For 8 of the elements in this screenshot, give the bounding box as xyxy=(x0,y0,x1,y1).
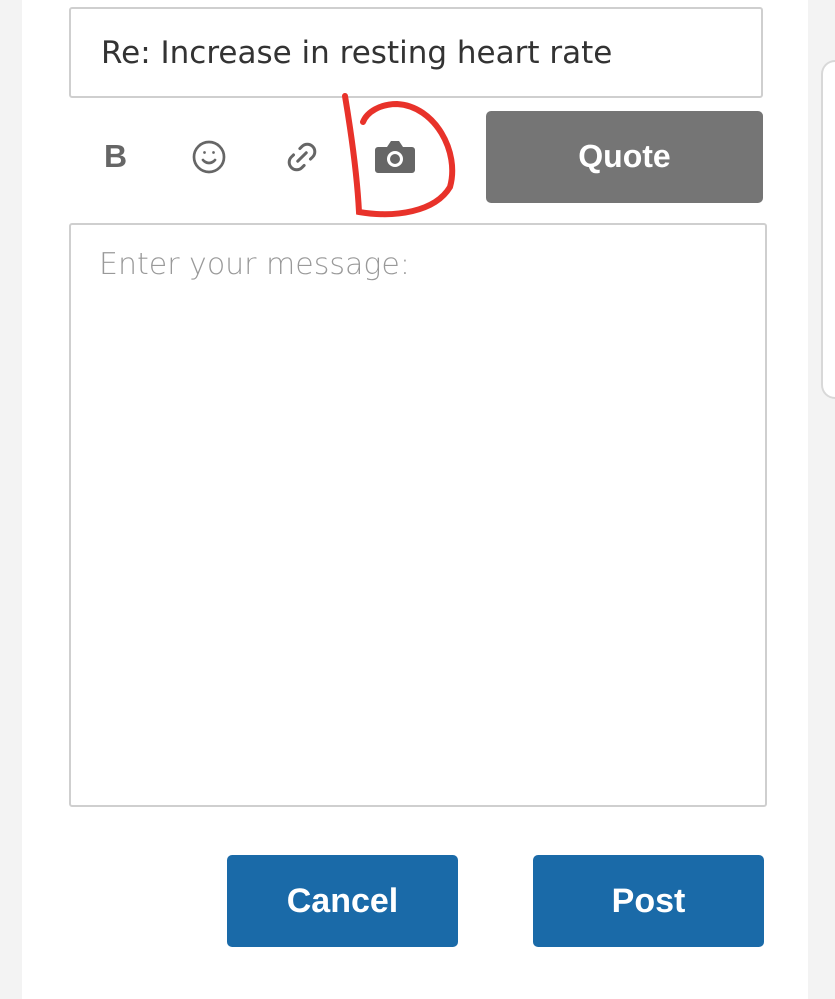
post-button[interactable]: Post xyxy=(533,855,764,947)
message-field[interactable]: Enter your message: xyxy=(69,223,767,807)
subject-field[interactable]: Re: Increase in resting heart rate xyxy=(69,7,763,98)
quote-button[interactable]: Quote xyxy=(486,110,763,202)
bold-button[interactable]: B xyxy=(69,126,162,186)
cancel-button[interactable]: Cancel xyxy=(227,855,458,947)
smiley-icon xyxy=(190,138,226,174)
camera-icon xyxy=(374,138,416,174)
